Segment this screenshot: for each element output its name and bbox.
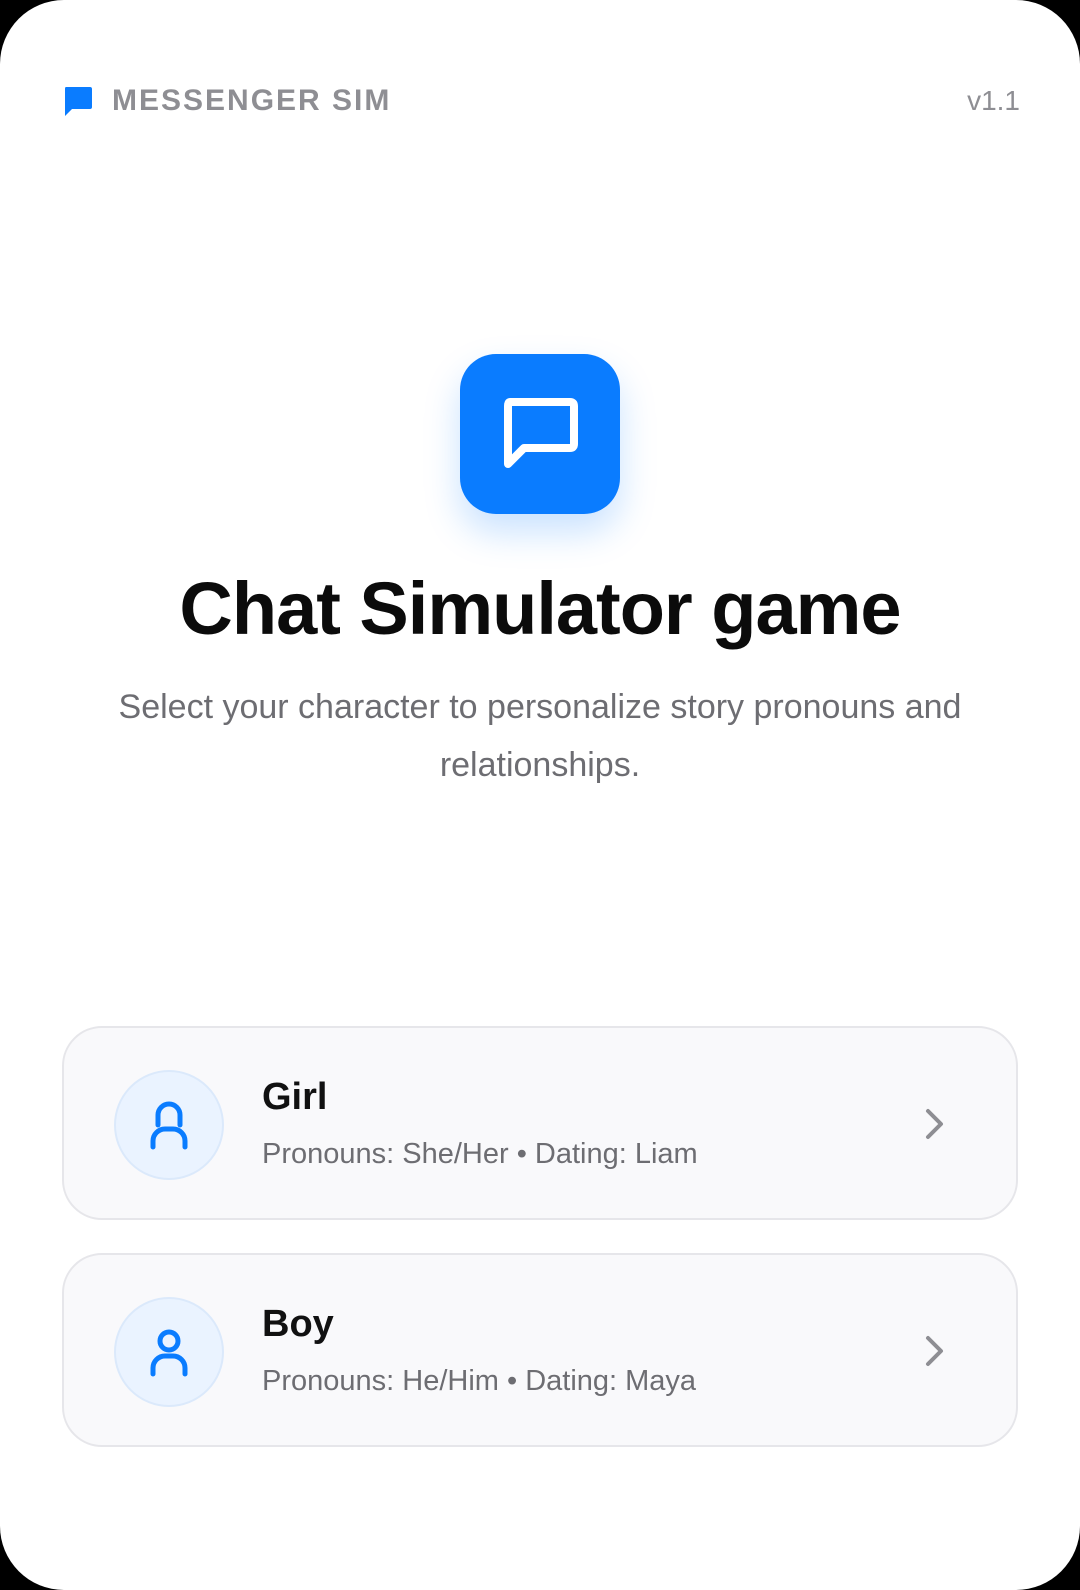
chevron-right-icon [926,1336,943,1366]
top-bar: MESSENGER SIM v1.1 [62,76,1020,126]
avatar [114,1070,224,1180]
version-label: v1.1 [967,85,1020,116]
app-screen: MESSENGER SIM v1.1 Chat Simulator game S… [0,0,1080,1590]
character-option-boy[interactable]: Boy Pronouns: He/Him • Dating: Maya [62,1253,1018,1447]
page-title: Chat Simulator game [179,567,901,650]
option-description: Pronouns: He/Him • Dating: Maya [262,1365,697,1397]
app-logo [460,354,620,514]
option-description: Pronouns: She/Her • Dating: Liam [262,1138,698,1170]
character-option-girl[interactable]: Girl Pronouns: She/Her • Dating: Liam [62,1026,1018,1220]
page-subtitle: Select your character to personalize sto… [118,688,962,784]
chevron-right-icon [926,1109,943,1139]
option-title: Boy [262,1303,334,1345]
chat-bubble-icon [65,87,92,116]
brand: MESSENGER SIM [62,84,391,118]
option-title: Girl [262,1076,328,1118]
brand-name: MESSENGER SIM [112,84,392,117]
person-icon [150,1329,188,1377]
chat-bubble-icon [504,398,578,468]
avatar [114,1297,224,1407]
person-icon [150,1101,188,1150]
